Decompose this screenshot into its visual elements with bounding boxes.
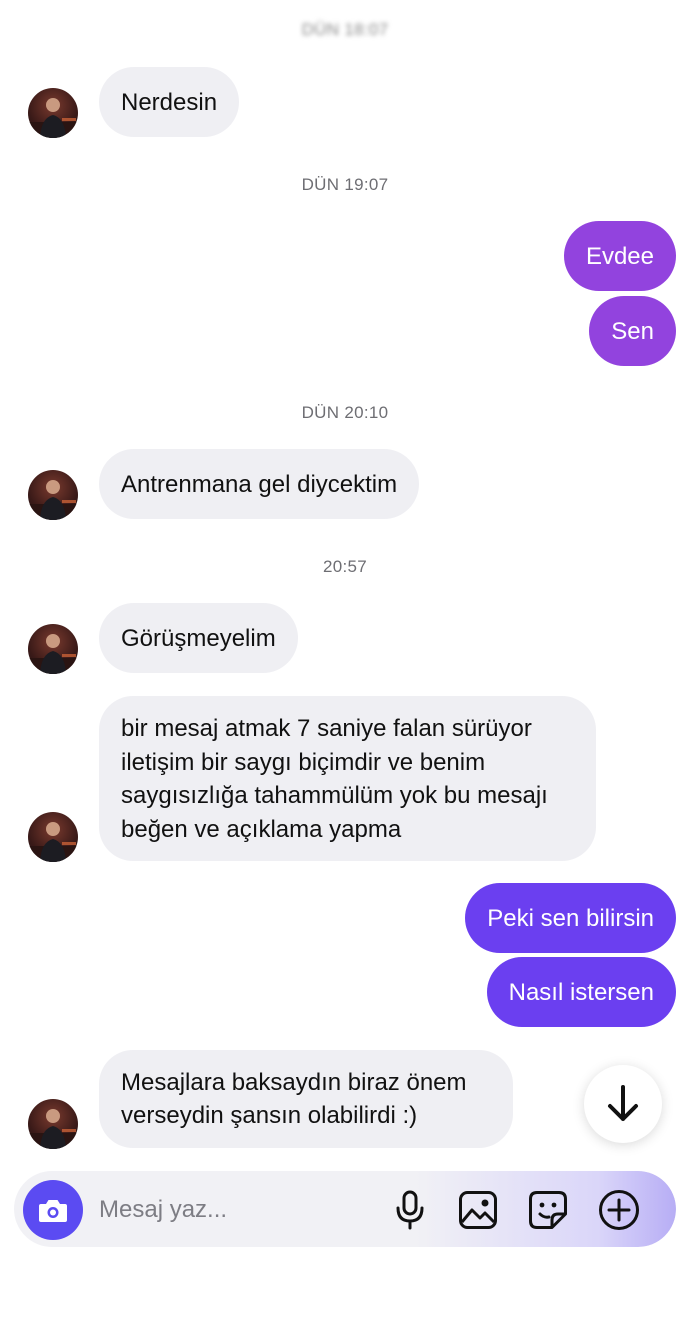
avatar[interactable] <box>28 624 78 674</box>
timestamp: DÜN 20:10 <box>301 403 389 422</box>
sticker-button[interactable] <box>525 1187 571 1233</box>
camera-button[interactable] <box>23 1180 83 1240</box>
incoming-message[interactable]: Görüşmeyelim <box>99 603 298 673</box>
incoming-message[interactable]: Antrenmana gel diycektim <box>99 449 420 519</box>
avatar[interactable] <box>28 470 78 520</box>
message-text: Antrenmana gel diycektim <box>121 470 398 498</box>
timestamp: 20:57 <box>322 557 368 576</box>
gallery-button[interactable] <box>455 1187 501 1233</box>
arrow-down-icon <box>608 1085 638 1121</box>
avatar[interactable] <box>28 812 78 862</box>
microphone-button[interactable] <box>387 1187 433 1233</box>
camera-icon <box>39 1200 67 1222</box>
message-text-line: beğen ve açıklama yapma <box>121 815 402 843</box>
message-text-line: iletişim bir saygı biçimdir ve benim <box>121 748 486 776</box>
outgoing-message[interactable]: Nasıl istersen <box>486 957 676 1027</box>
incoming-message[interactable]: bir mesaj atmak 7 saniye falan sürüyor i… <box>99 696 596 861</box>
message-input[interactable] <box>99 1190 369 1230</box>
message-text: Nasıl istersen <box>508 978 654 1006</box>
message-text: Evdee <box>585 242 654 270</box>
message-text: Görüşmeyelim <box>121 624 276 652</box>
outgoing-message[interactable]: Sen <box>589 296 676 366</box>
message-text-line: Mesajlara baksaydın biraz önem <box>121 1069 467 1096</box>
plus-circle-icon <box>599 1190 639 1230</box>
avatar[interactable] <box>28 88 78 138</box>
microphone-icon <box>396 1190 424 1230</box>
message-text: Nerdesin <box>121 88 218 116</box>
message-text: Sen <box>611 317 654 345</box>
message-text-line: bir mesaj atmak 7 saniye falan sürüyor <box>121 715 532 742</box>
timestamp: DÜN 19:07 <box>301 175 389 194</box>
incoming-message[interactable]: Mesajlara baksaydın biraz önem verseydin… <box>99 1050 513 1148</box>
incoming-message[interactable]: Nerdesin <box>99 67 240 137</box>
avatar[interactable] <box>28 1099 78 1149</box>
more-button[interactable] <box>596 1187 642 1233</box>
message-text: Peki sen bilirsin <box>487 904 654 932</box>
scroll-to-bottom-button[interactable] <box>584 1065 662 1143</box>
outgoing-message[interactable]: Evdee <box>563 221 676 291</box>
sticker-icon <box>529 1191 567 1229</box>
timestamp: DÜN 18:07 <box>301 20 389 39</box>
message-text-line: verseydin şansın olabilirdi :) <box>121 1102 418 1129</box>
image-icon <box>459 1191 497 1229</box>
outgoing-message[interactable]: Peki sen bilirsin <box>465 883 676 953</box>
message-text-line: saygısızlığa tahammülüm yok bu mesajı <box>121 782 548 809</box>
